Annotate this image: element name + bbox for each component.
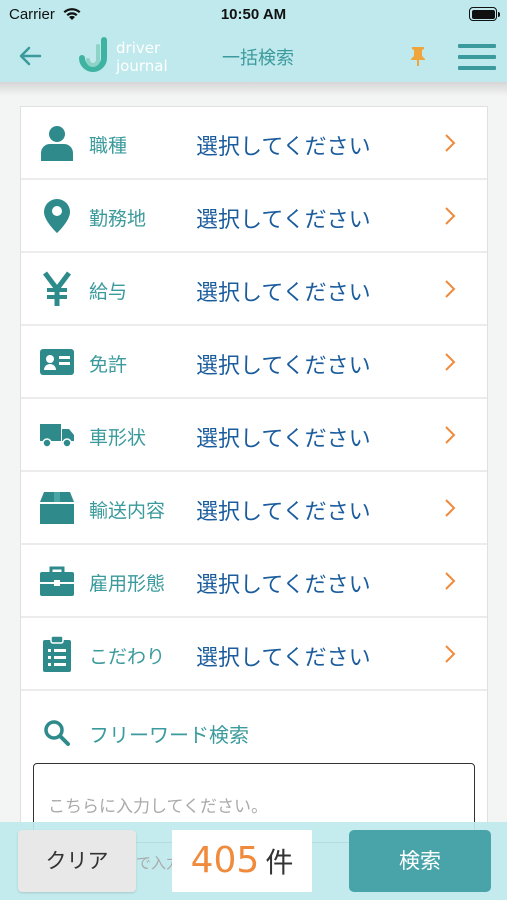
result-count-number: 405 xyxy=(190,840,260,881)
filter-value: 選択してください xyxy=(196,208,371,233)
filter-label: 輸送内容 xyxy=(89,500,166,522)
result-count: 405 件 xyxy=(172,830,312,892)
truck-icon xyxy=(39,417,75,453)
clear-button[interactable]: クリア xyxy=(18,830,136,892)
hamburger-menu-icon[interactable] xyxy=(456,40,498,74)
yen-icon xyxy=(39,271,75,307)
filter-label: 職種 xyxy=(89,135,128,157)
filter-row-salary[interactable]: 給与 選択してください xyxy=(21,253,487,326)
filter-label: 給与 xyxy=(89,281,128,303)
battery-icon xyxy=(469,7,500,21)
filter-row-job-type[interactable]: 職種 選択してください xyxy=(21,107,487,180)
logo-text-journal: journal xyxy=(115,57,168,75)
filter-row-employment-type[interactable]: 雇用形態 選択してください xyxy=(21,545,487,618)
filter-value: 選択してください xyxy=(196,281,371,306)
nav-bar: driver journal 一括検索 xyxy=(0,30,507,82)
briefcase-icon xyxy=(39,563,75,599)
driver-journal-logo[interactable]: driver journal xyxy=(78,36,202,76)
filter-value: 選択してください xyxy=(196,354,371,379)
chevron-right-icon xyxy=(445,572,456,590)
search-filter-card: 職種 選択してください 勤務地 選択してください 給与 選択してください 免許 … xyxy=(20,106,488,843)
filter-label: 勤務地 xyxy=(89,208,147,230)
filter-value: 選択してください xyxy=(196,135,371,160)
chevron-right-icon xyxy=(445,353,456,371)
header-shadow xyxy=(0,82,507,96)
freeword-hint-text: で入力 xyxy=(136,854,172,872)
filter-label: 車形状 xyxy=(89,427,147,449)
map-pin-icon xyxy=(39,198,75,234)
filter-value: 選択してください xyxy=(196,427,371,452)
person-icon xyxy=(39,125,75,161)
filter-label: 免許 xyxy=(89,354,128,376)
clipboard-icon xyxy=(39,636,75,672)
chevron-right-icon xyxy=(445,645,456,663)
status-bar: Carrier 10:50 AM xyxy=(0,0,507,30)
filter-row-license[interactable]: 免許 選択してください xyxy=(21,326,487,399)
chevron-right-icon xyxy=(445,280,456,298)
filter-value: 選択してください xyxy=(196,500,371,525)
clock-time: 10:50 AM xyxy=(220,6,287,23)
filter-row-cargo[interactable]: 輸送内容 選択してください xyxy=(21,472,487,545)
pin-icon[interactable] xyxy=(406,44,430,68)
bottom-action-bar: で入力 クリア 405件 検索 xyxy=(0,822,507,900)
logo-text-driver: driver xyxy=(116,39,161,57)
back-arrow-icon[interactable] xyxy=(14,40,46,72)
filter-value: 選択してください xyxy=(196,646,371,671)
license-card-icon xyxy=(39,344,75,380)
chevron-right-icon xyxy=(445,134,456,152)
chevron-right-icon xyxy=(445,499,456,517)
filter-label: 雇用形態 xyxy=(89,573,166,595)
freeword-label: フリーワード検索 xyxy=(89,723,249,747)
chevron-right-icon xyxy=(445,207,456,225)
freeword-placeholder: こちらに入力してください。 xyxy=(48,797,268,817)
filter-row-location[interactable]: 勤務地 選択してください xyxy=(21,180,487,253)
filter-label: こだわり xyxy=(89,646,166,668)
chevron-right-icon xyxy=(445,426,456,444)
result-count-unit: 件 xyxy=(265,846,294,879)
filter-row-vehicle-type[interactable]: 車形状 選択してください xyxy=(21,399,487,472)
search-icon xyxy=(44,720,70,746)
page-title: 一括検索 xyxy=(222,48,294,69)
filter-value: 選択してください xyxy=(196,573,371,598)
box-icon xyxy=(39,490,75,526)
filter-row-preferences[interactable]: こだわり 選択してください xyxy=(21,618,487,691)
search-button[interactable]: 検索 xyxy=(349,830,491,892)
